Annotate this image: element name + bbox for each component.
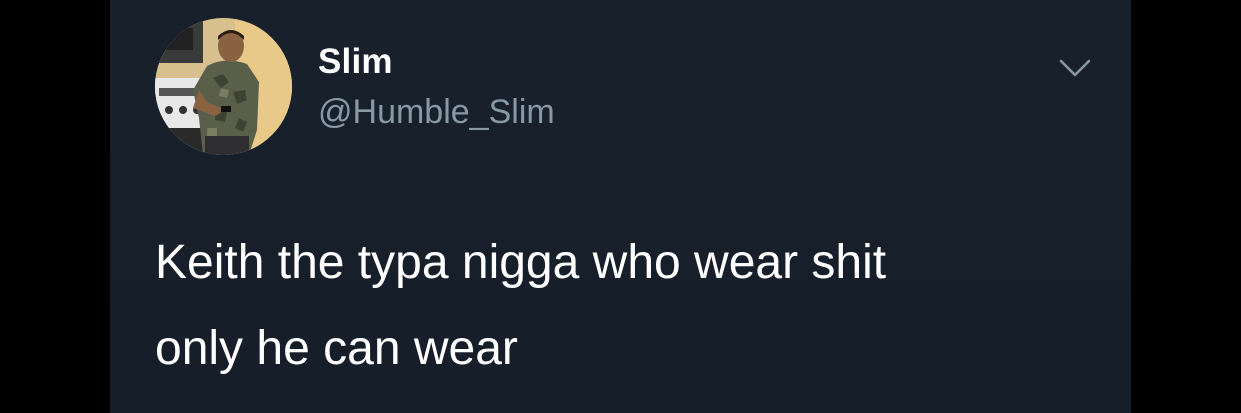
tweet-card: Slim @Humble_Slim Keith the typa nigga w… bbox=[110, 0, 1131, 413]
left-letterbox bbox=[0, 0, 110, 413]
avatar-image bbox=[155, 18, 292, 155]
chevron-down-icon-glyph bbox=[1059, 59, 1091, 77]
chevron-down-icon[interactable] bbox=[1058, 56, 1092, 80]
display-name[interactable]: Slim bbox=[318, 40, 393, 84]
right-letterbox bbox=[1131, 0, 1241, 413]
tweet-text: Keith the typa nigga who wear shit only … bbox=[155, 236, 887, 375]
avatar[interactable] bbox=[155, 18, 292, 155]
user-handle[interactable]: @Humble_Slim bbox=[318, 91, 555, 133]
